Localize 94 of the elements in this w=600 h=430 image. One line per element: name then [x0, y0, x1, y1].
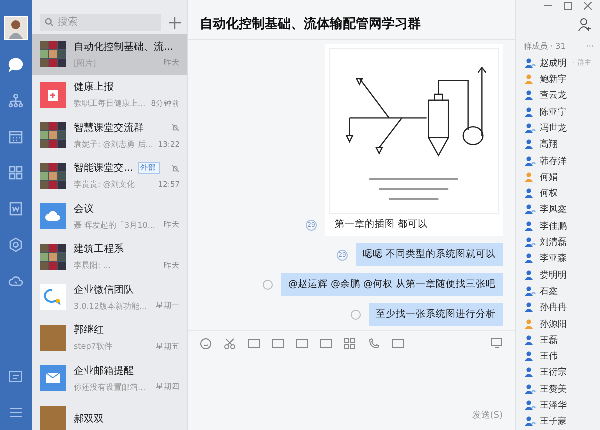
chat-title: 企业微信团队 [74, 284, 134, 297]
chat-title: 自动化控制基础、流体输配管网学习群 [200, 16, 421, 33]
member-name: 查云龙 [540, 90, 567, 102]
member-name: 赵成明 [540, 58, 567, 70]
member-name: 王磊 [540, 334, 558, 347]
member-name: 冯世龙 [540, 122, 567, 135]
chat-title: 郭继红 [74, 324, 104, 338]
member-item[interactable]: 韩存洋 [516, 152, 600, 170]
member-item[interactable]: 鲍新宇 [516, 71, 600, 88]
hexagon-icon [8, 237, 24, 253]
member-item[interactable]: 王伟 [516, 348, 600, 365]
member-item[interactable]: 娄明明 [516, 267, 600, 284]
chat-list-item[interactable]: 郝双双 [32, 398, 187, 430]
member-item[interactable]: 李凤鑫 [516, 202, 600, 218]
message-preview: 李贵贵: @刘文化 [74, 179, 136, 190]
member-item[interactable]: 王磊 [516, 332, 600, 349]
member-name: 何娟 [540, 172, 558, 184]
apps-grid-icon [8, 165, 24, 181]
member-name: 孙源阳 [540, 318, 567, 331]
document-icon [8, 201, 24, 217]
add-member-icon[interactable] [578, 18, 592, 32]
member-name: 李凤鑫 [540, 204, 567, 216]
apps-tool-icon[interactable] [344, 338, 357, 350]
image-message[interactable]: 第一章的插图 都可以 [325, 44, 503, 236]
member-item[interactable]: 刘清磊 [516, 234, 600, 251]
chat-title: 郝双双 [74, 412, 104, 426]
user-avatar[interactable] [4, 16, 28, 40]
message-preview: 教职工每日健康上... [74, 98, 146, 110]
member-item[interactable]: 孙冉冉 [516, 300, 600, 316]
member-item[interactable]: 王子豪 [516, 414, 600, 430]
search-field[interactable]: 搜索 [40, 14, 161, 31]
member-item[interactable]: 查云龙 [516, 88, 600, 104]
member-item[interactable]: 陈亚宁 [516, 104, 600, 120]
member-name: 韩存洋 [540, 156, 567, 168]
search-icon [45, 18, 54, 27]
member-name: 王子豪 [540, 416, 567, 428]
member-item[interactable]: 高翔 [516, 136, 600, 153]
message-bubble: 嗯嗯 不同类型的系统图就可以 [356, 243, 503, 266]
member-item[interactable]: 王赞美 [516, 381, 600, 398]
unread-circle-icon [351, 310, 361, 320]
member-item[interactable]: 何权 [516, 186, 600, 202]
message-text: 第一章的插图 都可以 [334, 218, 430, 231]
phone-tool-icon[interactable] [368, 338, 381, 350]
message-preview: step7软件 [74, 341, 112, 352]
member-item[interactable]: 王泽华 [516, 397, 600, 414]
notes-icon [9, 371, 23, 383]
add-icon[interactable] [169, 16, 181, 28]
emoji-tool-icon[interactable] [200, 338, 213, 350]
message-preview: 袁妮子: @刘志勇 后... [74, 138, 154, 150]
scissors-tool-icon[interactable] [224, 338, 237, 350]
org-chart-icon [8, 93, 24, 109]
member-name: 李佳鹏 [540, 220, 567, 233]
member-name: 陈亚宁 [540, 106, 567, 119]
message-bubble: 至少找一张系统图进行分析 [369, 303, 503, 326]
member-item[interactable]: 李佳鹏 [516, 218, 600, 234]
member-name: 何权 [540, 188, 558, 200]
chat-title: 智能课堂交... [74, 162, 134, 176]
member-name: 高翔 [540, 138, 558, 152]
chat-title: 企业邮箱提醒 [74, 364, 134, 378]
member-item[interactable]: 王衍宗 [516, 364, 600, 382]
screen-icon[interactable] [491, 338, 503, 349]
member-item[interactable]: 何娟 [516, 169, 600, 186]
message-preview: 3.0.12版本新功能... [74, 300, 148, 312]
member-name: 石鑫 [540, 286, 558, 298]
unread-circle-icon [263, 280, 274, 290]
member-item[interactable]: 李亚森 [516, 250, 600, 268]
chat-title: 会议 [74, 202, 94, 216]
member-name: 娄明明 [540, 270, 567, 282]
person-silhouette-icon [8, 19, 24, 39]
maximize-icon[interactable] [564, 2, 572, 10]
message-preview: 李晨阳: ... [74, 260, 111, 272]
chat-title: 智慧课堂交流群 [74, 122, 144, 135]
member-item[interactable]: 石鑫 [516, 283, 600, 300]
chat-title: 自动化控制基础、流... [74, 40, 174, 54]
menu-icon [9, 407, 23, 419]
message-preview: 你还没有设置邮箱... [74, 382, 146, 393]
member-item[interactable]: 孙源阳 [516, 316, 600, 332]
member-name: 鲍新宇 [540, 74, 567, 86]
member-name: 王泽华 [540, 400, 567, 412]
member-name: 王伟 [540, 350, 558, 364]
member-name: 刘清磊 [540, 236, 567, 250]
message-bubble: @赵运辉 @余鹏 @何权 从第一章随便找三张吧 [281, 273, 503, 296]
chat-bubble-icon [8, 57, 24, 73]
message-preview: 聂 晖发起的「3月10... [74, 220, 156, 231]
members-title: 群成员 · 31 [524, 41, 566, 52]
close-icon[interactable] [584, 2, 592, 10]
member-name: 王衍宗 [540, 366, 567, 380]
chat-title: 建筑工程系 [74, 242, 124, 256]
calendar-icon [8, 129, 24, 145]
member-item[interactable]: 冯世龙 [516, 120, 600, 137]
member-name: 李亚森 [540, 252, 567, 266]
chat-title: 健康上报 [74, 80, 114, 94]
member-name: 孙冉冉 [540, 302, 567, 314]
member-name: 王赞美 [540, 384, 567, 396]
